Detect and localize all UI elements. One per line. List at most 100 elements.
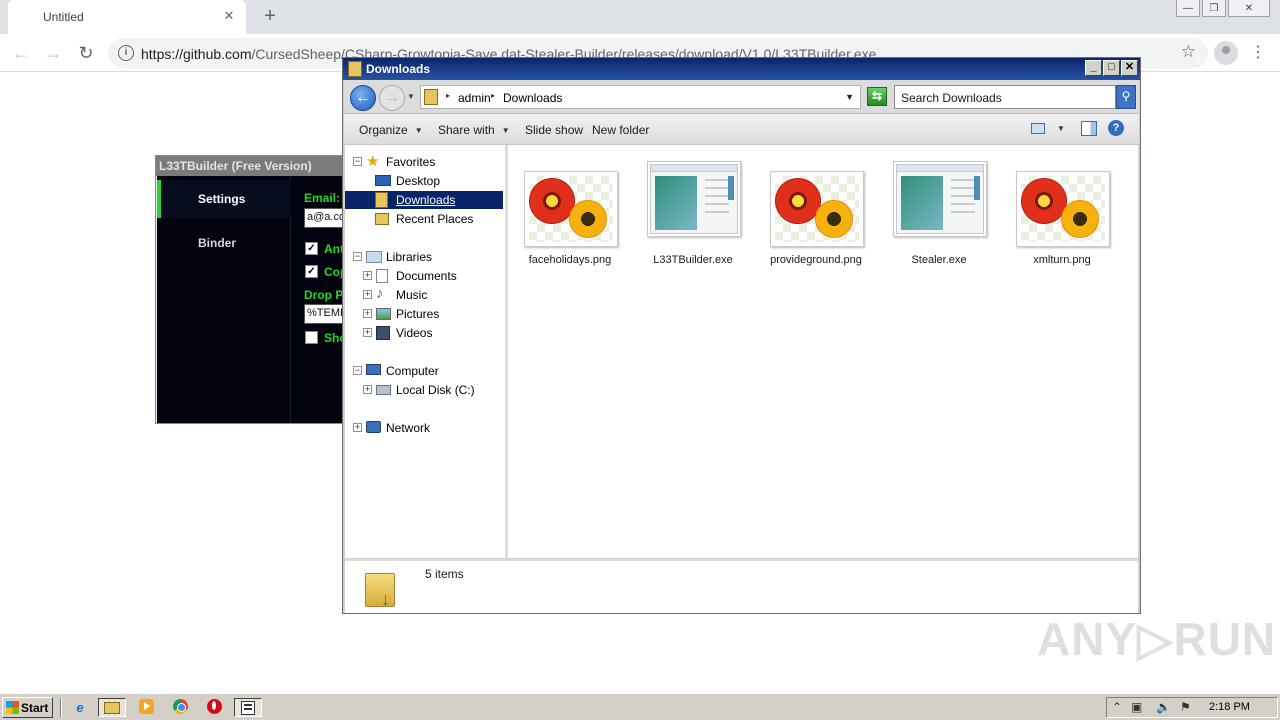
copy-checkbox[interactable]: ✓ (305, 265, 318, 278)
nav-item-music[interactable]: + ♪ Music (345, 286, 503, 304)
expand-icon[interactable]: + (363, 290, 372, 299)
nav-item-libraries[interactable]: − Libraries (345, 248, 503, 266)
preview-pane-icon[interactable] (1081, 121, 1097, 136)
search-input[interactable]: Search Downloads (894, 85, 1116, 109)
volume-icon[interactable]: 🔈 (1156, 700, 1171, 714)
help-icon[interactable]: ? (1108, 120, 1124, 136)
expand-icon[interactable]: + (363, 328, 372, 337)
back-arrow-icon[interactable]: ← (8, 40, 34, 66)
maximize-button[interactable]: ❐ (1202, 0, 1226, 17)
libraries-icon (366, 251, 382, 263)
nav-item-documents[interactable]: + Documents (345, 267, 503, 285)
file-item-provideground[interactable]: provideground.png (754, 159, 864, 269)
start-button[interactable]: Start (2, 697, 53, 718)
maximize-button[interactable]: □ (1103, 60, 1120, 76)
taskbar: Start e ⌃ ▣ 🔈 ⚑ 2:18 PM (0, 693, 1280, 720)
file-item-xmlturn[interactable]: xmlturn.png (1000, 159, 1110, 269)
file-item-l33tbuilder[interactable]: L33TBuilder.exe (631, 159, 741, 269)
expand-icon[interactable]: + (363, 271, 372, 280)
nav-item-videos[interactable]: + Videos (345, 324, 503, 342)
minimize-button[interactable]: _ (1085, 60, 1102, 76)
share-with-button[interactable]: Share with ▼ (438, 123, 510, 137)
slide-show-button[interactable]: Slide show (525, 123, 583, 137)
view-dropdown-icon[interactable]: ▼ (1057, 124, 1065, 133)
breadcrumb-arrow-icon[interactable]: ▸ (491, 91, 495, 100)
address-breadcrumb[interactable]: ▸ admin ▸ Downloads ▼ (420, 85, 861, 109)
chrome-icon[interactable] (169, 698, 191, 717)
nav-item-pictures[interactable]: + Pictures (345, 305, 503, 323)
breadcrumb-admin[interactable]: admin (458, 91, 491, 105)
anti-checkbox[interactable]: ✓ (305, 242, 318, 255)
browser-tabbar: Untitled ✕ + — ❐ ✕ (0, 0, 1280, 34)
file-item-stealer[interactable]: Stealer.exe (877, 159, 987, 269)
explorer-window-controls: _ □ ✕ (1085, 60, 1138, 76)
file-name: L33TBuilder.exe (653, 254, 733, 266)
forward-arrow-icon[interactable]: → (379, 85, 405, 111)
image-thumbnail (524, 171, 618, 247)
file-item-faceholidays[interactable]: faceholidays.png (508, 159, 618, 269)
clock[interactable]: 2:18 PM (1209, 701, 1250, 713)
network-icon (366, 421, 381, 433)
close-button[interactable]: ✕ (1228, 0, 1270, 17)
show-hidden-icons-icon[interactable]: ⌃ (1112, 700, 1122, 714)
history-dropdown-icon[interactable]: ▼ (407, 92, 415, 101)
l33tbuilder-taskbar-icon[interactable] (234, 698, 262, 717)
bookmark-star-icon[interactable]: ☆ (1181, 42, 1196, 62)
opera-icon[interactable] (203, 698, 225, 717)
address-dropdown-icon[interactable]: ▼ (845, 92, 854, 102)
folder-icon (424, 89, 438, 105)
collapse-icon[interactable]: − (353, 157, 362, 166)
profile-avatar-icon[interactable] (1214, 41, 1238, 65)
desktop-icon (375, 175, 391, 186)
expand-icon[interactable]: + (353, 423, 362, 432)
forward-arrow-icon[interactable]: → (40, 40, 66, 66)
action-center-flag-icon[interactable]: ⚑ (1180, 700, 1191, 714)
organize-button[interactable]: Organize ▼ (359, 123, 423, 137)
builder-titlebar[interactable]: L33TBuilder (Free Version) (156, 156, 349, 176)
file-list: faceholidays.png L33TBuilder.exe provide… (506, 145, 1138, 558)
new-tab-button[interactable]: + (258, 4, 282, 28)
close-button[interactable]: ✕ (1121, 60, 1138, 76)
email-label: Email: (304, 191, 341, 205)
nav-item-local-disk[interactable]: + Local Disk (C:) (345, 381, 503, 399)
file-name: provideground.png (770, 254, 862, 266)
sidebar-item-binder[interactable]: Binder (157, 224, 291, 262)
collapse-icon[interactable]: − (353, 366, 362, 375)
nav-item-downloads[interactable]: Downloads (345, 191, 503, 209)
new-folder-button[interactable]: New folder (592, 123, 649, 137)
star-icon: ★ (366, 153, 380, 170)
pictures-icon (376, 308, 391, 320)
media-player-icon[interactable] (135, 698, 157, 717)
kebab-menu-icon[interactable]: ⋮ (1250, 42, 1266, 62)
back-arrow-icon[interactable]: ← (350, 85, 376, 111)
exe-thumbnail (647, 161, 741, 237)
show-checkbox[interactable] (305, 331, 318, 344)
search-icon[interactable]: ⚲ (1116, 85, 1136, 109)
minimize-button[interactable]: — (1176, 0, 1200, 17)
browser-tab[interactable]: Untitled ✕ (8, 0, 246, 34)
explorer-titlebar[interactable]: Downloads _ □ ✕ (343, 58, 1140, 80)
tab-close-icon[interactable]: ✕ (220, 7, 238, 25)
sidebar-item-settings[interactable]: Settings (157, 180, 291, 218)
nav-item-network[interactable]: + Network (345, 419, 503, 437)
image-thumbnail (770, 171, 864, 247)
expand-icon[interactable]: + (363, 385, 372, 394)
change-view-icon[interactable] (1031, 123, 1045, 134)
breadcrumb-arrow-icon[interactable]: ▸ (446, 91, 450, 100)
refresh-icon[interactable]: ⇆ (867, 87, 887, 106)
nav-item-desktop[interactable]: Desktop (345, 172, 503, 190)
breadcrumb-downloads[interactable]: Downloads (503, 91, 562, 105)
nav-item-computer[interactable]: − Computer (345, 362, 503, 380)
network-tray-icon[interactable]: ▣ (1131, 700, 1142, 714)
nav-item-recent-places[interactable]: Recent Places (345, 210, 503, 228)
site-info-icon[interactable]: i (118, 45, 134, 61)
internet-explorer-icon[interactable]: e (69, 698, 91, 717)
explorer-address-bar: ← → ▼ ▸ admin ▸ Downloads ▼ ⇆ Search Dow… (344, 80, 1139, 114)
reload-icon[interactable]: ↻ (73, 40, 99, 66)
file-name: Stealer.exe (911, 254, 967, 266)
expand-icon[interactable]: + (363, 309, 372, 318)
collapse-icon[interactable]: − (353, 252, 362, 261)
explorer-taskbar-icon[interactable] (98, 698, 126, 717)
nav-item-favorites[interactable]: − ★ Favorites (345, 153, 503, 171)
explorer-window: Downloads _ □ ✕ ← → ▼ ▸ admin ▸ Download… (342, 57, 1141, 614)
